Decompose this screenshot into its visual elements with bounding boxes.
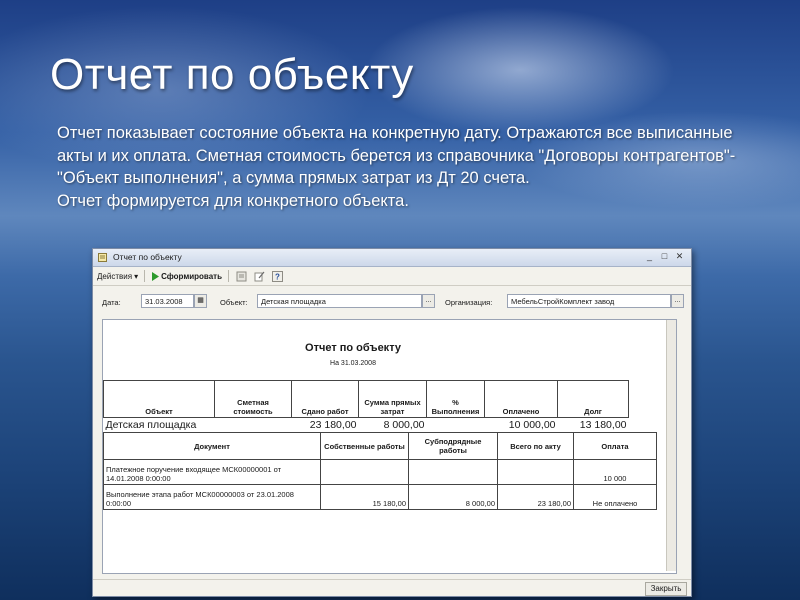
organization-field[interactable]: МебельСтройКомплект завод (507, 294, 671, 308)
row-total-act (497, 459, 574, 485)
col-total-act: Всего по акту (497, 432, 574, 460)
generate-label: Сформировать (161, 271, 223, 281)
row-subcontract-works (408, 459, 498, 485)
date-field[interactable]: 31.03.2008 (141, 294, 194, 308)
object-select-button[interactable]: ... (422, 294, 435, 308)
col-document: Документ (103, 432, 321, 460)
report-window: Отчет по объекту _ □ ✕ Действия ▾ Сформи… (92, 248, 692, 597)
report-sheet: Отчет по объекту На 31.03.2008 Объект См… (102, 319, 677, 574)
actions-menu[interactable]: Действия ▾ (97, 272, 138, 281)
summary-delivered: 23 180,00 (309, 418, 357, 431)
summary-object: Детская площадка (105, 418, 197, 431)
summary-row: Детская площадка 23 180,00 8 000,00 10 0… (104, 418, 629, 432)
col-paid: Оплачено (484, 380, 558, 418)
close-button[interactable]: Закрыть (645, 582, 687, 596)
col-completion: % Выполнения (426, 380, 485, 418)
edit-icon[interactable] (253, 270, 265, 282)
summary-debt: 13 180,00 (579, 418, 627, 431)
window-icon (98, 253, 107, 262)
report-scrollbar[interactable] (666, 320, 676, 571)
window-title: Отчет по объекту (113, 252, 182, 262)
col-object: Объект (103, 380, 215, 418)
detail-table: Документ Собственные работы Субподрядные… (103, 432, 657, 510)
col-delivered: Сдано работ (291, 380, 359, 418)
table-row: Выполнение этапа работ МСК00000003 от 23… (103, 484, 657, 510)
filter-bar: Дата: 31.03.2008 ▦ Объект: Детская площа… (93, 293, 691, 313)
summary-header-row: Объект Сметная стоимость Сдано работ Сум… (103, 380, 629, 418)
col-direct-costs: Сумма прямых затрат (358, 380, 427, 418)
organization-select-button[interactable]: ... (671, 294, 684, 308)
object-field[interactable]: Детская площадка (257, 294, 422, 308)
window-statusbar: Закрыть (93, 579, 691, 596)
col-subcontract-works: Субподрядные работы (408, 432, 498, 460)
generate-button[interactable]: Сформировать (151, 271, 223, 281)
col-own-works: Собственные работы (320, 432, 409, 460)
row-total-act: 23 180,00 (497, 484, 574, 510)
report-title: Отчет по объекту (305, 342, 401, 354)
row-document[interactable]: Выполнение этапа работ МСК00000003 от 23… (103, 484, 321, 510)
maximize-icon[interactable]: □ (659, 251, 670, 262)
window-controls: _ □ ✕ (644, 251, 685, 262)
row-document[interactable]: Платежное поручение входящее МСК00000001… (103, 459, 321, 485)
play-icon (152, 271, 160, 281)
detail-header-row: Документ Собственные работы Субподрядные… (103, 432, 657, 460)
row-subcontract-works: 8 000,00 (408, 484, 498, 510)
actions-label: Действия (97, 271, 133, 281)
dropdown-arrow-icon: ▾ (134, 271, 139, 281)
calendar-icon[interactable]: ▦ (194, 294, 207, 308)
close-icon[interactable]: ✕ (674, 251, 685, 262)
col-debt: Долг (557, 380, 629, 418)
row-payment: 10 000 (573, 459, 657, 485)
slide-description: Отчет показывает состояние объекта на ко… (57, 122, 747, 212)
toolbar-separator (144, 270, 146, 282)
summary-table: Объект Сметная стоимость Сдано работ Сум… (103, 380, 629, 431)
row-own-works: 15 180,00 (320, 484, 409, 510)
row-payment: Не оплачено (573, 484, 657, 510)
summary-direct-costs: 8 000,00 (383, 418, 425, 431)
col-payment: Оплата (573, 432, 657, 460)
organization-label: Организация: (445, 298, 493, 307)
col-estimated-cost: Сметная стоимость (214, 380, 292, 418)
svg-text:?: ? (275, 272, 280, 281)
date-label: Дата: (102, 298, 121, 307)
slide-title: Отчет по объекту (50, 50, 414, 99)
object-label: Объект: (220, 298, 248, 307)
summary-completion (427, 418, 485, 432)
summary-estimated-cost (215, 418, 292, 432)
summary-paid: 10 000,00 (508, 418, 556, 431)
help-icon[interactable]: ? (271, 270, 283, 282)
minimize-icon[interactable]: _ (644, 251, 655, 262)
toolbar: Действия ▾ Сформировать ? (93, 267, 691, 286)
slide-paragraph-1: Отчет показывает состояние объекта на ко… (57, 124, 736, 187)
row-own-works (320, 459, 409, 485)
report-date: На 31.03.2008 (330, 360, 376, 367)
report-settings-icon[interactable] (235, 270, 247, 282)
table-row: Платежное поручение входящее МСК00000001… (103, 459, 657, 485)
toolbar-separator (228, 270, 230, 282)
slide-paragraph-2: Отчет формируется для конкретного объект… (57, 191, 409, 210)
window-titlebar: Отчет по объекту _ □ ✕ (93, 249, 691, 267)
